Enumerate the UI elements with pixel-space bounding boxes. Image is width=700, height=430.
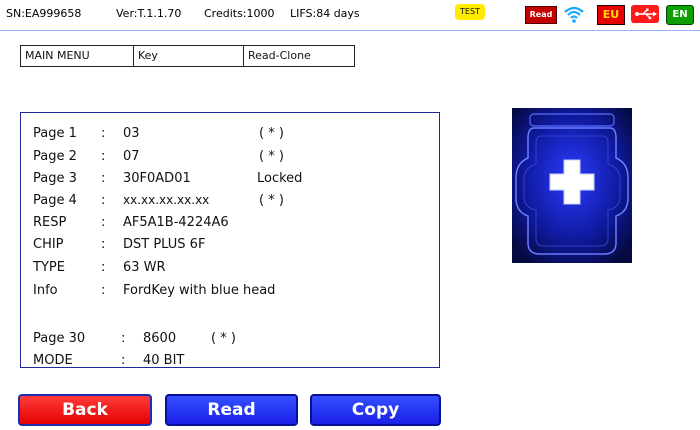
breadcrumb: MAIN MENU Key Read-Clone: [20, 45, 355, 67]
row-label: Page 2: [33, 149, 77, 164]
region-badge: EU: [597, 5, 625, 25]
row-label: Page 4: [33, 193, 77, 208]
row-label: Page 1: [33, 126, 77, 141]
back-button[interactable]: Back: [18, 394, 152, 426]
read-button[interactable]: Read: [165, 394, 298, 426]
row-separator: :: [101, 171, 106, 186]
life-remaining: LIFS:84 days: [290, 7, 360, 20]
row-separator: :: [101, 126, 106, 141]
breadcrumb-read-clone: Read-Clone: [248, 49, 311, 62]
status-bar: SN:EA999658 Ver:T.1.1.70 Credits:1000 LI…: [0, 0, 700, 30]
wifi-icon: [564, 6, 584, 23]
row-value: DST PLUS 6F: [123, 237, 206, 252]
language-badge: EN: [666, 5, 694, 25]
row-label: RESP: [33, 215, 67, 230]
row-value: 30F0AD01: [123, 171, 191, 186]
row-note: ( * ): [211, 331, 236, 346]
row-separator: :: [101, 193, 106, 208]
copy-button[interactable]: Copy: [310, 394, 441, 426]
row-separator: :: [121, 353, 126, 368]
serial-number: SN:EA999658: [6, 7, 82, 20]
row-label: CHIP: [33, 237, 64, 252]
key-image: [512, 108, 632, 263]
row-label: TYPE: [33, 260, 65, 275]
credits-count: Credits:1000: [204, 7, 275, 20]
row-separator: :: [101, 260, 106, 275]
row-label: Page 30: [33, 331, 86, 346]
row-value: xx.xx.xx.xx.xx: [123, 193, 210, 207]
transponder-info-panel: Page 1 : 03 ( * ) Page 2 : 07 ( * ) Page…: [20, 112, 440, 368]
row-note: ( * ): [259, 126, 284, 141]
row-label: Page 3: [33, 171, 77, 186]
firmware-version: Ver:T.1.1.70: [116, 7, 182, 20]
row-separator: :: [101, 149, 106, 164]
usb-icon: [631, 5, 659, 23]
row-value: FordKey with blue head: [123, 283, 276, 298]
row-label: Info: [33, 283, 58, 298]
row-value: 03: [123, 126, 140, 141]
status-divider: [0, 30, 700, 31]
row-separator: :: [121, 331, 126, 346]
row-value: 40 BIT: [143, 353, 185, 368]
row-value: 8600: [143, 331, 177, 346]
breadcrumb-main-menu[interactable]: MAIN MENU: [21, 46, 134, 66]
test-badge: TEST: [455, 4, 485, 20]
row-note: Locked: [257, 171, 303, 186]
row-note: ( * ): [259, 149, 284, 164]
row-note: ( * ): [259, 193, 284, 208]
row-separator: :: [101, 215, 106, 230]
row-value: AF5A1B-4224A6: [123, 215, 229, 230]
row-value: 63 WR: [123, 260, 166, 275]
row-separator: :: [101, 283, 106, 298]
row-label: MODE: [33, 353, 73, 368]
row-value: 07: [123, 149, 140, 164]
read-badge: Read: [525, 6, 557, 24]
breadcrumb-key[interactable]: Key: [134, 46, 244, 66]
row-separator: :: [101, 237, 106, 252]
